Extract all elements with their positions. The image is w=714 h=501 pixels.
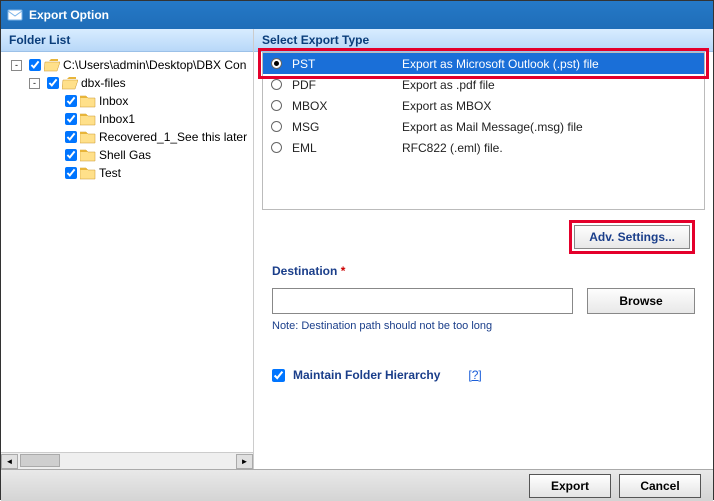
tree-row[interactable]: - C:\Users\admin\Desktop\DBX Con bbox=[1, 56, 253, 74]
browse-button[interactable]: Browse bbox=[587, 288, 695, 314]
export-type-row[interactable]: MSGExport as Mail Message(.msg) file bbox=[263, 116, 704, 137]
scroll-right-button[interactable]: ► bbox=[236, 454, 253, 469]
export-code: PDF bbox=[292, 78, 402, 92]
tree-label: Test bbox=[99, 166, 121, 180]
destination-section: Destination * Browse Note: Destination p… bbox=[254, 258, 713, 338]
tree-toggle-icon[interactable]: - bbox=[29, 78, 40, 89]
folder-closed-icon bbox=[80, 167, 96, 180]
app-icon bbox=[7, 7, 23, 23]
export-radio[interactable] bbox=[271, 79, 282, 90]
export-button[interactable]: Export bbox=[529, 474, 611, 498]
destination-note: Note: Destination path should not be too… bbox=[272, 320, 695, 332]
folder-closed-icon bbox=[80, 113, 96, 126]
export-desc: Export as Microsoft Outlook (.pst) file bbox=[402, 57, 599, 71]
main-area: Folder List - C:\Users\admin\Desktop\DBX … bbox=[1, 29, 713, 469]
title-bar: Export Option bbox=[1, 1, 713, 29]
folder-open-icon bbox=[44, 59, 60, 72]
scroll-thumb[interactable] bbox=[20, 454, 60, 467]
export-radio[interactable] bbox=[271, 100, 282, 111]
tree-row[interactable]: - dbx-files bbox=[1, 74, 253, 92]
tree-label: Shell Gas bbox=[99, 148, 151, 162]
maintain-hierarchy-label: Maintain Folder Hierarchy bbox=[293, 368, 440, 382]
tree-label: Inbox bbox=[99, 94, 128, 108]
export-type-row[interactable]: PSTExport as Microsoft Outlook (.pst) fi… bbox=[263, 53, 704, 74]
destination-label: Destination * bbox=[272, 264, 345, 278]
export-code: MSG bbox=[292, 120, 402, 134]
export-desc: RFC822 (.eml) file. bbox=[402, 141, 503, 155]
tree-row[interactable]: Recovered_1_See this later bbox=[1, 128, 253, 146]
destination-input[interactable] bbox=[272, 288, 573, 314]
export-desc: Export as .pdf file bbox=[402, 78, 495, 92]
export-radio[interactable] bbox=[271, 142, 282, 153]
right-panel: Select Export Type PSTExport as Microsof… bbox=[254, 29, 713, 469]
scroll-left-button[interactable]: ◄ bbox=[1, 454, 18, 469]
export-type-row[interactable]: PDFExport as .pdf file bbox=[263, 74, 704, 95]
tree-label: Inbox1 bbox=[99, 112, 135, 126]
folder-open-icon bbox=[62, 77, 78, 90]
tree-row[interactable]: Test bbox=[1, 164, 253, 182]
export-type-row[interactable]: EMLRFC822 (.eml) file. bbox=[263, 137, 704, 158]
tree-checkbox[interactable] bbox=[65, 167, 77, 179]
horizontal-scrollbar[interactable]: ◄ ► bbox=[1, 452, 253, 469]
tree-checkbox[interactable] bbox=[29, 59, 41, 71]
adv-settings-area: Adv. Settings... bbox=[254, 210, 713, 258]
export-code: PST bbox=[292, 57, 402, 71]
folder-closed-icon bbox=[80, 131, 96, 144]
maintain-hierarchy-checkbox[interactable] bbox=[272, 369, 285, 382]
export-type-list: PSTExport as Microsoft Outlook (.pst) fi… bbox=[262, 52, 705, 210]
tree-label: dbx-files bbox=[81, 76, 126, 90]
folder-tree[interactable]: - C:\Users\admin\Desktop\DBX Con - dbx-file… bbox=[1, 52, 253, 452]
tree-row[interactable]: Inbox bbox=[1, 92, 253, 110]
maintain-hierarchy-row: Maintain Folder Hierarchy [?] bbox=[254, 338, 713, 382]
tree-checkbox[interactable] bbox=[47, 77, 59, 89]
adv-settings-highlight: Adv. Settings... bbox=[569, 220, 695, 254]
tree-label: Recovered_1_See this later bbox=[99, 130, 247, 144]
export-radio[interactable] bbox=[271, 58, 282, 69]
export-desc: Export as MBOX bbox=[402, 99, 491, 113]
tree-checkbox[interactable] bbox=[65, 149, 77, 161]
export-type-header: Select Export Type bbox=[254, 29, 713, 52]
adv-settings-button[interactable]: Adv. Settings... bbox=[574, 225, 690, 249]
tree-row[interactable]: Inbox1 bbox=[1, 110, 253, 128]
tree-checkbox[interactable] bbox=[65, 131, 77, 143]
cancel-button[interactable]: Cancel bbox=[619, 474, 701, 498]
tree-row[interactable]: Shell Gas bbox=[1, 146, 253, 164]
export-desc: Export as Mail Message(.msg) file bbox=[402, 120, 583, 134]
export-code: MBOX bbox=[292, 99, 402, 113]
help-link[interactable]: [?] bbox=[468, 368, 481, 382]
export-radio[interactable] bbox=[271, 121, 282, 132]
footer: Export Cancel bbox=[1, 469, 713, 501]
left-panel: Folder List - C:\Users\admin\Desktop\DBX … bbox=[1, 29, 254, 469]
tree-checkbox[interactable] bbox=[65, 95, 77, 107]
tree-toggle-icon[interactable]: - bbox=[11, 60, 22, 71]
export-code: EML bbox=[292, 141, 402, 155]
window-title: Export Option bbox=[29, 8, 109, 22]
folder-closed-icon bbox=[80, 149, 96, 162]
tree-label: C:\Users\admin\Desktop\DBX Con bbox=[63, 58, 246, 72]
folder-list-header: Folder List bbox=[1, 29, 253, 52]
tree-checkbox[interactable] bbox=[65, 113, 77, 125]
folder-closed-icon bbox=[80, 95, 96, 108]
export-type-row[interactable]: MBOXExport as MBOX bbox=[263, 95, 704, 116]
